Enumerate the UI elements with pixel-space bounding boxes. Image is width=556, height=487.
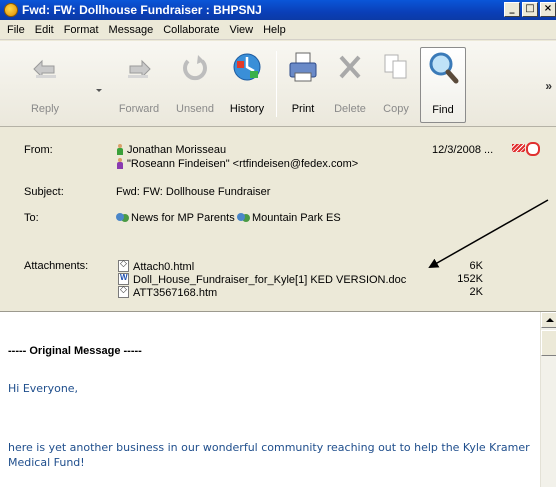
toolbar-overflow-icon[interactable]: » — [545, 79, 552, 93]
unsend-button[interactable]: Unsend — [169, 47, 221, 123]
forward-button[interactable]: Forward — [112, 47, 166, 123]
group-icon — [237, 212, 250, 223]
menu-view[interactable]: View — [224, 24, 258, 36]
subject-label: Subject: — [24, 186, 64, 198]
maximize-button[interactable]: □ — [522, 2, 538, 17]
message-header: From: Jonathan Morisseau "Roseann Findei… — [0, 128, 556, 311]
title-bar[interactable]: Fwd: FW: Dollhouse Fundraiser : BHPSNJ _… — [0, 0, 556, 20]
message-body[interactable]: ----- Original Message ----- Hi Everyone… — [0, 311, 556, 487]
to-recipient-1[interactable]: News for MP Parents — [116, 212, 235, 224]
from-sender-1[interactable]: Jonathan Morisseau — [116, 144, 226, 156]
menu-bar: File Edit Format Message Collaborate Vie… — [0, 20, 556, 40]
scroll-thumb[interactable] — [541, 330, 556, 356]
print-button[interactable]: Print — [282, 47, 324, 123]
greeting-text: Hi Everyone, — [8, 382, 79, 395]
window-title: Fwd: FW: Dollhouse Fundraiser : BHPSNJ — [22, 3, 262, 17]
body-paragraph: here is yet another business in our wond… — [8, 441, 530, 469]
attachment-item[interactable]: Doll_House_Fundraiser_for_Kyle[1] KED VE… — [118, 273, 406, 286]
scroll-up-button[interactable] — [541, 312, 556, 328]
delete-icon — [333, 47, 367, 87]
person-icon — [116, 158, 124, 169]
from-sender-2[interactable]: "Roseann Findeisen" <rtfindeisen@fedex.c… — [116, 158, 358, 170]
menu-help[interactable]: Help — [258, 24, 291, 36]
group-icon — [116, 212, 129, 223]
find-icon — [426, 48, 460, 88]
mail-app-icon — [4, 3, 18, 17]
menu-format[interactable]: Format — [59, 24, 104, 36]
menu-file[interactable]: File — [2, 24, 30, 36]
forward-icon — [122, 47, 156, 87]
unsend-icon — [178, 47, 212, 87]
attachment-item[interactable]: ATT3567168.htm — [118, 285, 217, 299]
to-label: To: — [24, 212, 39, 224]
reply-icon — [28, 47, 62, 87]
reply-button[interactable]: Reply — [20, 47, 70, 123]
message-date: 12/3/2008 ... — [432, 144, 494, 156]
toolbar: Reply Forward Unsend History Print Delet… — [0, 41, 556, 127]
minimize-button[interactable]: _ — [504, 2, 520, 17]
delete-button[interactable]: Delete — [328, 47, 372, 123]
to-recipient-2[interactable]: Mountain Park ES — [237, 212, 341, 224]
attachment-size: 152K — [457, 273, 483, 285]
chevron-down-icon[interactable] — [96, 89, 102, 92]
subject-value: Fwd: FW: Dollhouse Fundraiser — [116, 186, 271, 198]
follow-up-flag-icon[interactable] — [512, 142, 540, 156]
original-message-separator: ----- Original Message ----- — [8, 345, 142, 357]
html-file-icon — [118, 285, 129, 298]
close-button[interactable]: × — [540, 2, 556, 17]
attachment-item[interactable]: Attach0.html — [118, 259, 194, 273]
history-icon — [230, 47, 264, 87]
history-button[interactable]: History — [224, 47, 270, 123]
window-controls: _ □ × — [502, 2, 556, 17]
attachments-label: Attachments: — [24, 260, 89, 272]
vertical-scrollbar[interactable] — [540, 312, 556, 487]
find-button[interactable]: Find — [420, 47, 466, 123]
toolbar-separator — [276, 51, 277, 117]
menu-message[interactable]: Message — [104, 24, 159, 36]
menu-edit[interactable]: Edit — [30, 24, 59, 36]
word-doc-icon — [118, 273, 129, 285]
copy-button[interactable]: Copy — [376, 47, 416, 123]
copy-icon — [379, 47, 413, 87]
from-label: From: — [24, 144, 53, 156]
attachment-size: 2K — [469, 286, 483, 298]
person-icon — [116, 144, 124, 155]
menu-collaborate[interactable]: Collaborate — [158, 24, 224, 36]
html-file-icon — [118, 259, 129, 272]
print-icon — [286, 47, 320, 87]
message-body-text[interactable]: ----- Original Message ----- Hi Everyone… — [0, 312, 540, 487]
attachment-size: 6K — [469, 260, 483, 272]
